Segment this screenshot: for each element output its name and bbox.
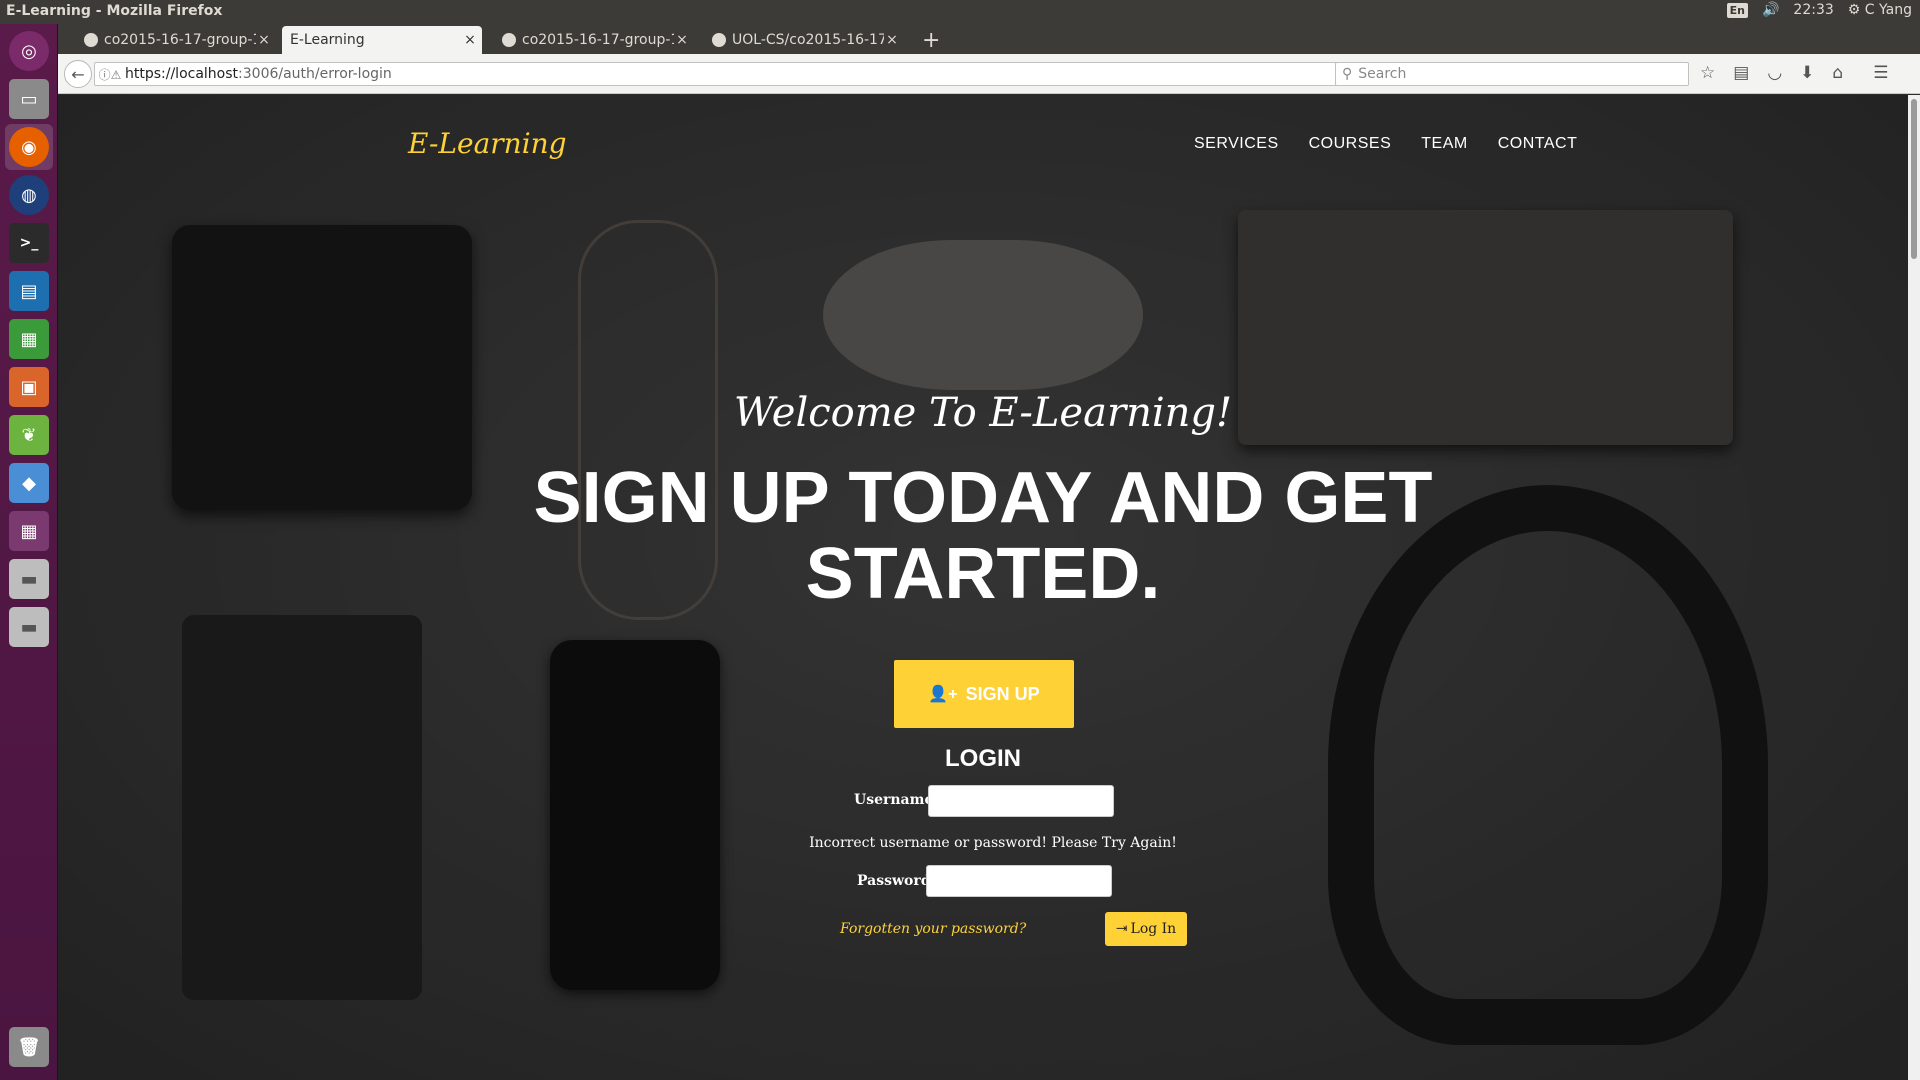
package-cube-icon[interactable]: ◆ bbox=[5, 460, 53, 506]
pocket-icon[interactable]: ◡ bbox=[1767, 63, 1782, 83]
new-tab-button[interactable]: + bbox=[922, 28, 940, 53]
github-icon bbox=[712, 33, 726, 47]
volume-icon[interactable]: 🔊 bbox=[1762, 2, 1779, 18]
user-name: C Yang bbox=[1864, 2, 1912, 18]
spring-tool-icon[interactable]: ❦ bbox=[5, 412, 53, 458]
search-bar[interactable]: ⚲ Search bbox=[1335, 62, 1689, 86]
system-tray: En 🔊 22:33 ⚙ C Yang bbox=[1726, 2, 1912, 18]
login-error-message: Incorrect username or password! Please T… bbox=[809, 835, 1177, 851]
ubuntu-dash-icon[interactable]: ◎ bbox=[5, 28, 53, 74]
page-viewport: E-Learning SERVICES COURSES TEAM CONTACT… bbox=[58, 95, 1908, 1080]
close-tab-icon[interactable]: × bbox=[884, 32, 900, 48]
sign-in-icon: ⇥ bbox=[1115, 921, 1128, 937]
tab-github-group-1[interactable]: co2015-16-17-group-10 × bbox=[76, 26, 276, 54]
url-bar[interactable]: ⓘ⚠ https://localhost:3006/auth/error-log… bbox=[94, 62, 1362, 86]
calc-icon[interactable]: ▦ bbox=[5, 316, 53, 362]
drive-icon[interactable]: ▬ bbox=[5, 556, 53, 602]
keyboard-layout-indicator[interactable]: En bbox=[1726, 2, 1748, 18]
browser-globe-icon[interactable]: ◍ bbox=[5, 172, 53, 218]
toolbar-icons: ☆ ▤ ◡ ⬇ ⌂ ☰ bbox=[1700, 63, 1888, 83]
back-button[interactable]: ← bbox=[64, 60, 92, 88]
nav-courses[interactable]: COURSES bbox=[1309, 135, 1392, 153]
sign-up-label: SIGN UP bbox=[965, 683, 1040, 704]
log-in-button[interactable]: ⇥ Log In bbox=[1105, 912, 1187, 946]
forgot-password-link[interactable]: Forgotten your password? bbox=[840, 921, 1026, 937]
scrollbar-thumb[interactable] bbox=[1911, 99, 1917, 259]
trash-icon[interactable]: 🗑 bbox=[5, 1024, 53, 1070]
system-top-panel: E-Learning - Mozilla Firefox En 🔊 22:33 … bbox=[0, 0, 1920, 24]
clock[interactable]: 22:33 bbox=[1793, 2, 1833, 18]
add-user-icon: 👤+ bbox=[928, 686, 958, 703]
url-host: https://localhost bbox=[125, 66, 239, 82]
github-icon bbox=[502, 33, 516, 47]
tab-e-learning[interactable]: E-Learning × bbox=[282, 26, 482, 54]
github-icon bbox=[84, 33, 98, 47]
search-placeholder: Search bbox=[1358, 66, 1407, 82]
browser-nav-bar: ← ⓘ⚠ https://localhost:3006/auth/error-l… bbox=[58, 54, 1920, 94]
tab-github-uol-cs[interactable]: UOL-CS/co2015-16-17-g × bbox=[704, 26, 904, 54]
page-scrollbar[interactable] bbox=[1908, 95, 1920, 1080]
writer-icon[interactable]: ▤ bbox=[5, 268, 53, 314]
drive-icon-2[interactable]: ▬ bbox=[5, 604, 53, 650]
gear-icon: ⚙ bbox=[1847, 2, 1861, 18]
sign-up-button[interactable]: 👤+ SIGN UP bbox=[894, 660, 1074, 728]
log-in-label: Log In bbox=[1130, 921, 1177, 937]
hero-headline: SIGN UP TODAY AND GET STARTED. bbox=[533, 458, 1433, 614]
url-path: :3006/auth/error-login bbox=[238, 66, 392, 82]
nav-services[interactable]: SERVICES bbox=[1194, 135, 1279, 153]
browser-tab-bar: co2015-16-17-group-10 × E-Learning × co2… bbox=[58, 24, 1920, 54]
tab-github-group-2[interactable]: co2015-16-17-group-10 × bbox=[494, 26, 694, 54]
workspace-switcher-icon[interactable]: ▦ bbox=[5, 508, 53, 554]
app-launcher: ◎ ▭ ◉ ◍ >_ ▤ ▦ ▣ ❦ ◆ ▦ ▬ ▬ 🗑 bbox=[0, 24, 58, 1080]
password-input[interactable] bbox=[926, 865, 1112, 897]
home-icon[interactable]: ⌂ bbox=[1832, 63, 1843, 83]
close-tab-icon[interactable]: × bbox=[674, 32, 690, 48]
close-tab-icon[interactable]: × bbox=[462, 32, 478, 48]
downloads-icon[interactable]: ⬇ bbox=[1800, 63, 1814, 83]
site-info-icon[interactable]: ⓘ⚠ bbox=[95, 66, 125, 83]
terminal-icon[interactable]: >_ bbox=[5, 220, 53, 266]
site-brand-logo[interactable]: E-Learning bbox=[408, 127, 567, 160]
nav-contact[interactable]: CONTACT bbox=[1498, 135, 1578, 153]
welcome-heading: Welcome To E-Learning! bbox=[733, 390, 1233, 436]
user-menu[interactable]: ⚙ C Yang bbox=[1848, 2, 1912, 18]
password-label: Password bbox=[857, 873, 931, 889]
nav-team[interactable]: TEAM bbox=[1421, 135, 1467, 153]
username-label: Username bbox=[854, 792, 934, 808]
username-input[interactable] bbox=[928, 785, 1114, 817]
login-heading: LOGIN bbox=[945, 745, 1021, 772]
window-title: E-Learning - Mozilla Firefox bbox=[6, 3, 223, 19]
reading-list-icon[interactable]: ▤ bbox=[1733, 63, 1749, 83]
site-nav: SERVICES COURSES TEAM CONTACT bbox=[1194, 135, 1577, 153]
close-tab-icon[interactable]: × bbox=[256, 32, 272, 48]
search-icon: ⚲ bbox=[1342, 66, 1353, 82]
impress-icon[interactable]: ▣ bbox=[5, 364, 53, 410]
firefox-icon[interactable]: ◉ bbox=[5, 124, 53, 170]
menu-icon[interactable]: ☰ bbox=[1873, 63, 1888, 83]
files-icon[interactable]: ▭ bbox=[5, 76, 53, 122]
bookmark-star-icon[interactable]: ☆ bbox=[1700, 63, 1715, 83]
